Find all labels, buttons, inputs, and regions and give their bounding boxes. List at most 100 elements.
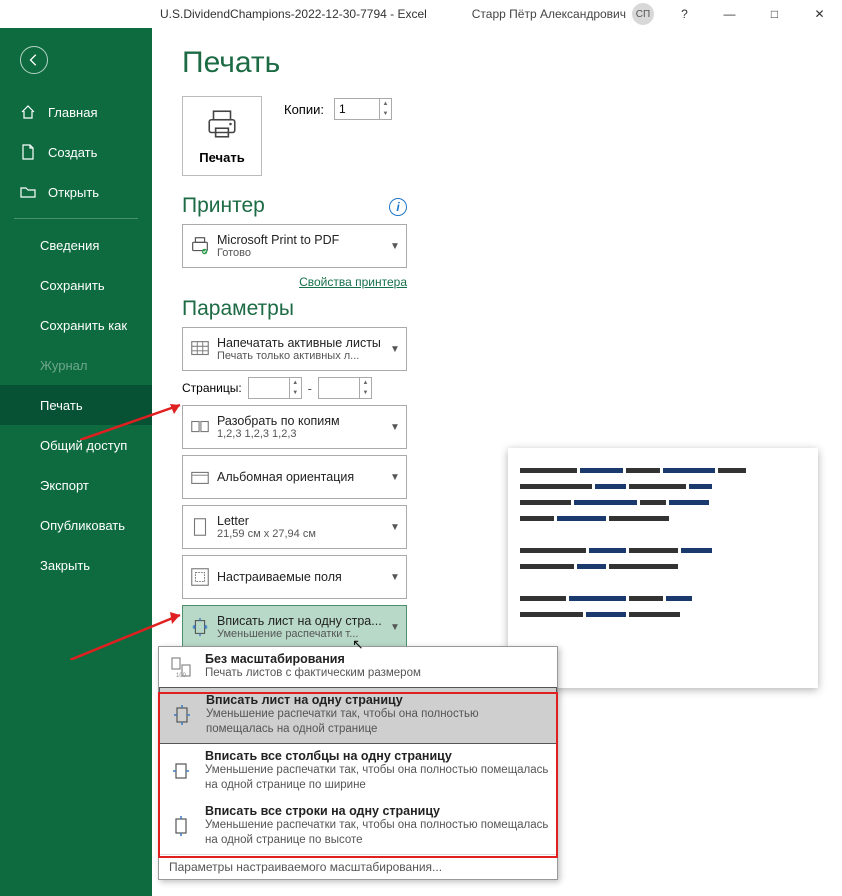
nav-publish[interactable]: Опубликовать xyxy=(0,505,152,545)
back-button[interactable] xyxy=(20,46,48,74)
nav-open[interactable]: Открыть xyxy=(0,172,152,212)
spinner-arrows[interactable]: ▲▼ xyxy=(379,99,391,119)
scaling-option-fit-rows[interactable]: Вписать все строки на одну страницуУмень… xyxy=(159,799,557,854)
paper-size-dropdown[interactable]: Letter21,59 см x 27,94 см ▼ xyxy=(182,505,407,549)
dd-line1: Разобрать по копиям xyxy=(217,414,390,428)
nav-label: Журнал xyxy=(40,358,87,373)
dd-line1: Альбомная ориентация xyxy=(217,470,390,484)
params-header: Параметры xyxy=(182,297,828,321)
printer-properties-link[interactable]: Свойства принтера xyxy=(299,275,407,289)
dd-line1: Вписать лист на одну стра... xyxy=(217,614,390,628)
nav-share[interactable]: Общий доступ xyxy=(0,425,152,465)
copies-label: Копии: xyxy=(284,102,324,117)
margins-icon xyxy=(183,566,217,588)
no-scale-icon: 100 xyxy=(167,652,195,682)
collate-icon xyxy=(183,416,217,438)
sheets-icon xyxy=(183,338,217,360)
print-button[interactable]: Печать xyxy=(182,96,262,176)
fit-page-icon xyxy=(183,616,217,638)
collate-dropdown[interactable]: Разобрать по копиям1,2,3 1,2,3 1,2,3 ▼ xyxy=(182,405,407,449)
page-icon xyxy=(183,516,217,538)
user-name: Старр Пётр Александрович xyxy=(472,7,626,21)
avatar[interactable]: СП xyxy=(632,3,654,25)
nav-save[interactable]: Сохранить xyxy=(0,265,152,305)
chevron-down-icon: ▼ xyxy=(390,472,406,483)
chevron-down-icon: ▼ xyxy=(390,422,406,433)
dd-line2: 21,59 см x 27,94 см xyxy=(217,528,390,540)
fit-page-icon xyxy=(168,693,196,738)
fit-rows-icon xyxy=(167,804,195,849)
dd-line1: Настраиваемые поля xyxy=(217,570,390,584)
opt-title: Вписать все строки на одну страницу xyxy=(205,804,549,818)
printer-device-icon xyxy=(183,235,217,257)
new-icon xyxy=(20,144,36,160)
nav-label: Общий доступ xyxy=(40,438,127,453)
nav-print[interactable]: Печать xyxy=(0,385,152,425)
opt-desc: Уменьшение распечатки так, чтобы она пол… xyxy=(206,707,548,738)
printer-header: Принтер xyxy=(182,194,265,218)
nav-label: Экспорт xyxy=(40,478,89,493)
opt-desc: Печать листов с фактическим размером xyxy=(205,666,421,682)
opt-desc: Уменьшение распечатки так, чтобы она пол… xyxy=(205,818,549,849)
dd-line2: Печать только активных л... xyxy=(217,350,390,362)
print-button-label: Печать xyxy=(199,150,244,165)
nav-saveas[interactable]: Сохранить как xyxy=(0,305,152,345)
document-title: U.S.DividendChampions-2022-12-30-7794 - … xyxy=(160,7,427,21)
scaling-option-none[interactable]: 100 Без масштабированияПечать листов с ф… xyxy=(159,647,557,687)
chevron-down-icon: ▼ xyxy=(390,572,406,583)
orientation-dropdown[interactable]: Альбомная ориентация ▼ xyxy=(182,455,407,499)
nav-close[interactable]: Закрыть xyxy=(0,545,152,585)
nav-label: Создать xyxy=(48,145,97,160)
fit-columns-icon xyxy=(167,749,195,794)
scaling-option-fit-columns[interactable]: Вписать все столбцы на одну страницуУмен… xyxy=(159,744,557,799)
nav-label: Открыть xyxy=(48,185,99,200)
dd-line2: Уменьшение распечатки т... xyxy=(217,628,390,640)
svg-text:100: 100 xyxy=(176,673,187,679)
open-icon xyxy=(20,184,36,200)
print-what-dropdown[interactable]: Напечатать активные листыПечать только а… xyxy=(182,327,407,371)
home-icon xyxy=(20,104,36,120)
info-icon[interactable]: i xyxy=(389,198,407,216)
title-bar: U.S.DividendChampions-2022-12-30-7794 - … xyxy=(0,0,842,28)
custom-scaling-link[interactable]: Параметры настраиваемого масштабирования… xyxy=(159,854,557,879)
pages-from[interactable]: ▲▼ xyxy=(248,377,302,399)
landscape-icon xyxy=(183,466,217,488)
chevron-down-icon: ▼ xyxy=(390,522,406,533)
printer-dropdown[interactable]: Microsoft Print to PDFГотово ▼ xyxy=(182,224,407,268)
close-button[interactable]: ✕ xyxy=(797,0,842,28)
minimize-button[interactable]: — xyxy=(707,0,752,28)
nav-home[interactable]: Главная xyxy=(0,92,152,132)
nav-info[interactable]: Сведения xyxy=(0,225,152,265)
opt-title: Вписать лист на одну страницу xyxy=(206,693,548,707)
nav-label: Сведения xyxy=(40,238,99,253)
page-title: Печать xyxy=(182,46,828,80)
pages-from-input[interactable] xyxy=(248,377,290,399)
pages-to-input[interactable] xyxy=(318,377,360,399)
nav-label: Опубликовать xyxy=(40,518,125,533)
backstage-sidebar: Главная Создать Открыть Сведения Сохрани… xyxy=(0,28,152,896)
chevron-down-icon: ▼ xyxy=(390,241,406,252)
nav-label: Сохранить как xyxy=(40,318,127,333)
printer-icon xyxy=(205,107,239,144)
nav-label: Сохранить xyxy=(40,278,105,293)
opt-title: Без масштабирования xyxy=(205,652,421,666)
printer-name: Microsoft Print to PDF xyxy=(217,233,390,247)
nav-export[interactable]: Экспорт xyxy=(0,465,152,505)
nav-label: Печать xyxy=(40,398,83,413)
scaling-dropdown[interactable]: Вписать лист на одну стра...Уменьшение р… xyxy=(182,605,407,649)
help-button[interactable]: ? xyxy=(662,0,707,28)
margins-dropdown[interactable]: Настраиваемые поля ▼ xyxy=(182,555,407,599)
chevron-down-icon: ▼ xyxy=(390,344,406,355)
maximize-button[interactable]: □ xyxy=(752,0,797,28)
nav-new[interactable]: Создать xyxy=(0,132,152,172)
printer-status: Готово xyxy=(217,247,390,259)
chevron-down-icon: ▼ xyxy=(390,622,406,633)
copies-input[interactable] xyxy=(335,99,379,119)
dd-line2: 1,2,3 1,2,3 1,2,3 xyxy=(217,428,390,440)
nav-history: Журнал xyxy=(0,345,152,385)
scaling-option-fit-sheet[interactable]: Вписать лист на одну страницуУменьшение … xyxy=(159,687,557,744)
pages-to[interactable]: ▲▼ xyxy=(318,377,372,399)
copies-spinner[interactable]: ▲▼ xyxy=(334,98,392,120)
nav-label: Главная xyxy=(48,105,97,120)
opt-title: Вписать все столбцы на одну страницу xyxy=(205,749,549,763)
